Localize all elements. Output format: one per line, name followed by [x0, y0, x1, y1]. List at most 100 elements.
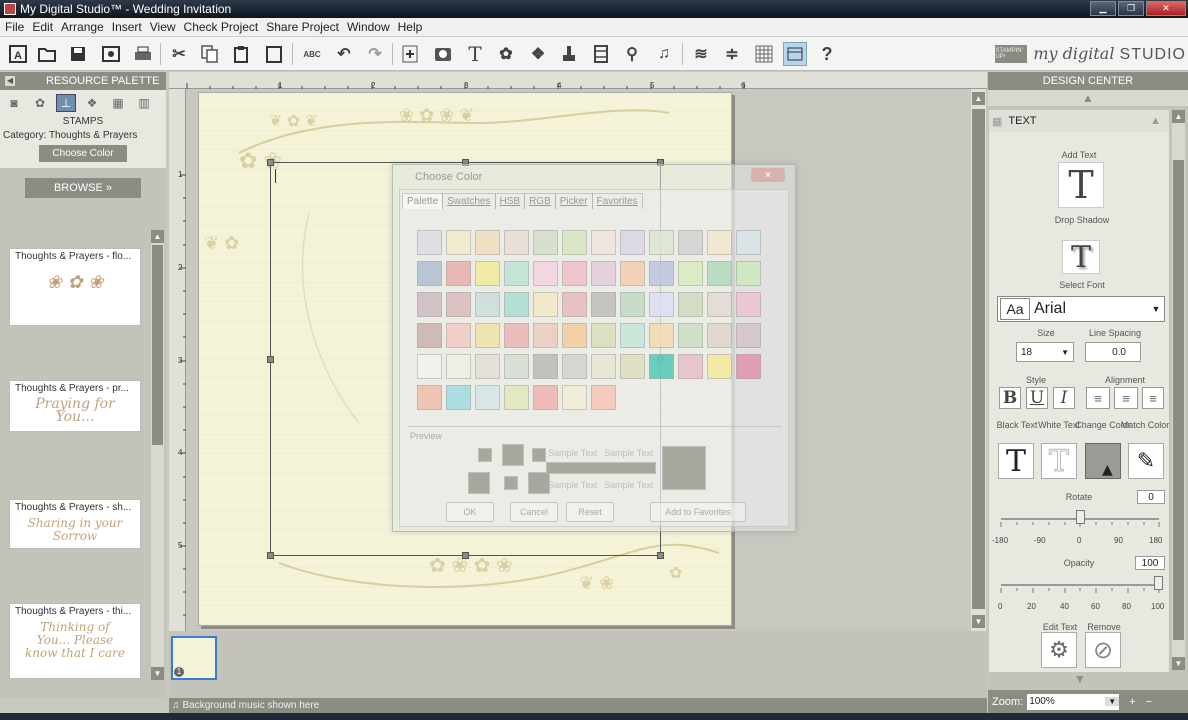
color-swatch[interactable]: [678, 292, 703, 317]
color-swatch[interactable]: [562, 261, 587, 286]
color-swatch[interactable]: [533, 292, 558, 317]
drop-shadow-button[interactable]: T: [1062, 240, 1100, 275]
cancel-button[interactable]: Cancel: [510, 502, 558, 522]
embellishment-icon[interactable]: ✿: [494, 42, 518, 66]
resize-handle[interactable]: [462, 552, 469, 559]
font-size-select[interactable]: 18 ▼: [1016, 342, 1074, 362]
color-swatch[interactable]: [591, 230, 616, 255]
text-frame-icon[interactable]: A: [6, 42, 30, 66]
color-swatch[interactable]: [678, 323, 703, 348]
menu-file[interactable]: File: [2, 20, 27, 34]
redo-icon[interactable]: ↷: [363, 42, 387, 66]
color-swatch[interactable]: [475, 230, 500, 255]
tab-picker[interactable]: Picker: [554, 193, 593, 209]
color-swatch[interactable]: [562, 385, 587, 410]
black-text-button[interactable]: T: [998, 443, 1034, 479]
rotate-input[interactable]: 0: [1137, 490, 1165, 504]
resize-handle[interactable]: [267, 356, 274, 363]
menu-arrange[interactable]: Arrange: [58, 20, 107, 34]
help-icon[interactable]: ?: [815, 42, 839, 66]
scroll-thumb[interactable]: [972, 109, 985, 609]
stamp-card[interactable]: Thoughts & Prayers - pr... Praying for Y…: [9, 380, 141, 432]
color-swatch[interactable]: [446, 261, 471, 286]
menu-window[interactable]: Window: [344, 20, 393, 34]
color-swatch[interactable]: [417, 230, 442, 255]
reset-button[interactable]: Reset: [566, 502, 614, 522]
save-icon[interactable]: [66, 42, 90, 66]
add-text-button[interactable]: T: [1058, 162, 1104, 208]
menu-share-project[interactable]: Share Project: [263, 20, 342, 34]
change-color-button[interactable]: ▲: [1085, 443, 1121, 479]
color-swatch[interactable]: [591, 354, 616, 379]
color-swatch[interactable]: [475, 292, 500, 317]
color-swatch[interactable]: [475, 323, 500, 348]
scroll-thumb[interactable]: [1173, 160, 1184, 640]
color-swatch[interactable]: [504, 385, 529, 410]
color-swatch[interactable]: [417, 354, 442, 379]
color-swatch[interactable]: [533, 261, 558, 286]
color-swatch[interactable]: [678, 230, 703, 255]
paste-special-icon[interactable]: [262, 42, 286, 66]
color-swatch[interactable]: [678, 261, 703, 286]
align-left-icon[interactable]: ≡: [1086, 387, 1110, 409]
palette-scrollbar[interactable]: ▲ ▼: [151, 230, 164, 680]
tab-hsb[interactable]: HSB: [494, 193, 526, 209]
color-swatch[interactable]: [446, 230, 471, 255]
color-swatch[interactable]: [707, 292, 732, 317]
stamps-tab-icon[interactable]: ⊥: [56, 94, 76, 112]
preview-icon[interactable]: [99, 42, 123, 66]
maximize-button[interactable]: ❐: [1118, 1, 1144, 16]
panel-scroll-down-icon[interactable]: ▼: [988, 672, 1172, 688]
color-swatch[interactable]: [417, 323, 442, 348]
color-swatch[interactable]: [736, 323, 761, 348]
color-swatch[interactable]: [533, 354, 558, 379]
choose-color-dialog[interactable]: Choose Color ✕ Palette Swatches HSB RGB …: [392, 164, 796, 532]
open-icon[interactable]: [35, 42, 59, 66]
opacity-slider-thumb[interactable]: [1154, 576, 1163, 590]
color-swatch[interactable]: [707, 323, 732, 348]
align-center-icon[interactable]: ≡: [1114, 387, 1138, 409]
color-swatch[interactable]: [620, 323, 645, 348]
color-swatch[interactable]: [504, 323, 529, 348]
color-swatch[interactable]: [562, 323, 587, 348]
zoom-out-icon[interactable]: −: [1146, 696, 1152, 708]
scroll-down-icon[interactable]: ▼: [1172, 657, 1185, 670]
color-swatch[interactable]: [649, 354, 674, 379]
color-swatch[interactable]: [533, 385, 558, 410]
color-swatch[interactable]: [562, 292, 587, 317]
color-swatch[interactable]: [446, 354, 471, 379]
color-swatch[interactable]: [533, 323, 558, 348]
color-swatch[interactable]: [707, 354, 732, 379]
undo-icon[interactable]: ↶: [332, 42, 356, 66]
bold-button[interactable]: B: [999, 387, 1021, 409]
color-swatch[interactable]: [620, 354, 645, 379]
scroll-down-icon[interactable]: ▼: [972, 615, 985, 628]
remove-button[interactable]: ⊘: [1085, 632, 1121, 668]
tab-rgb[interactable]: RGB: [524, 193, 556, 209]
tab-palette[interactable]: Palette: [402, 193, 444, 209]
color-swatch[interactable]: [620, 292, 645, 317]
punches-tab-icon[interactable]: ❖: [82, 94, 102, 112]
zoom-in-icon[interactable]: +: [1129, 696, 1135, 708]
color-swatch[interactable]: [649, 261, 674, 286]
color-swatch[interactable]: [736, 354, 761, 379]
tab-swatches[interactable]: Swatches: [442, 193, 496, 209]
color-swatch[interactable]: [475, 385, 500, 410]
resize-handle[interactable]: [267, 552, 274, 559]
layers-icon[interactable]: ≋: [689, 42, 713, 66]
punch-icon[interactable]: ❖: [526, 42, 550, 66]
layouts-tab-icon[interactable]: ▥: [134, 94, 154, 112]
align-icon[interactable]: ≑: [720, 42, 744, 66]
color-swatch[interactable]: [649, 323, 674, 348]
print-icon[interactable]: [131, 42, 155, 66]
color-swatch[interactable]: [736, 261, 761, 286]
close-window-button[interactable]: ✕: [1146, 1, 1186, 16]
line-spacing-input[interactable]: 0.0: [1085, 342, 1141, 362]
canvas-scrollbar[interactable]: ▲ ▼: [971, 89, 986, 631]
italic-button[interactable]: I: [1053, 387, 1075, 409]
dialog-close-button[interactable]: ✕: [751, 168, 785, 182]
color-swatch[interactable]: [504, 261, 529, 286]
add-to-favorites-button[interactable]: Add to Favorites: [650, 502, 746, 522]
menu-check-project[interactable]: Check Project: [181, 20, 262, 34]
text-icon[interactable]: T: [463, 42, 487, 66]
